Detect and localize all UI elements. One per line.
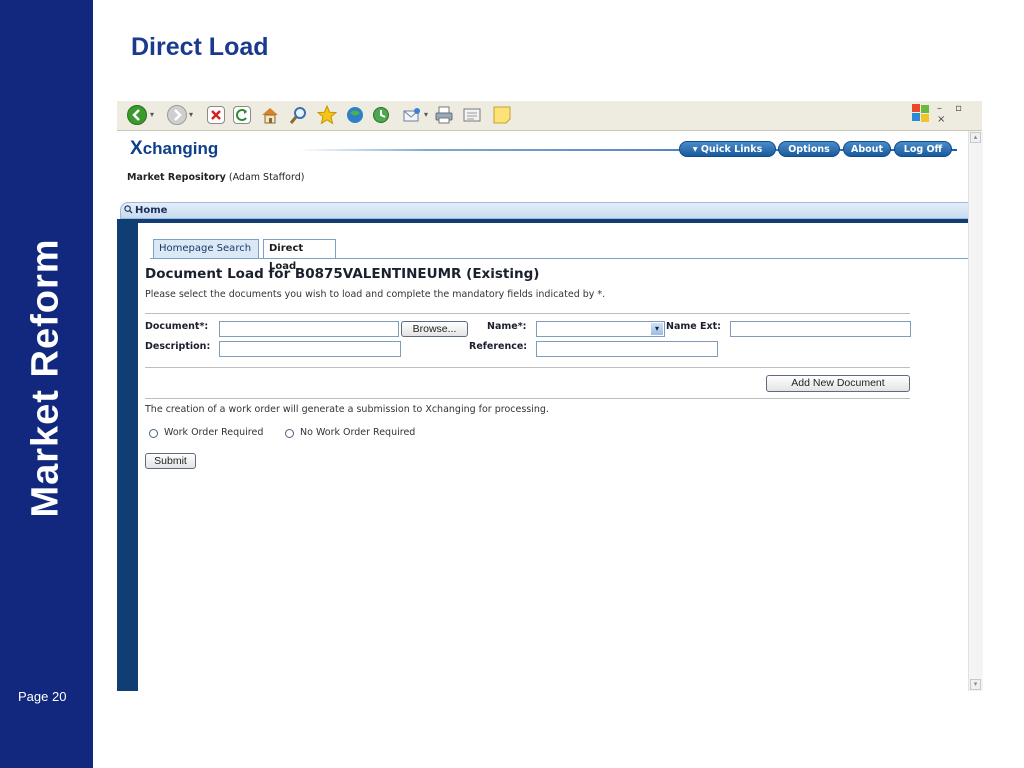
instructions: Please select the documents you wish to … — [145, 289, 606, 300]
work-order-required-label[interactable]: Work Order Required — [164, 427, 263, 438]
home-bar[interactable]: Home — [120, 202, 968, 219]
page-title: Document Load for B0875VALENTINEUMR (Exi… — [145, 266, 540, 282]
name-ext-field[interactable] — [730, 321, 911, 337]
name-ext-label: Name Ext: — [666, 321, 721, 332]
main-content: Homepage Search Direct Load Document Loa… — [138, 223, 968, 691]
magnifier-icon — [124, 205, 133, 214]
messenger-icon[interactable] — [492, 105, 512, 125]
no-work-order-required-label[interactable]: No Work Order Required — [300, 427, 415, 438]
windows-logo-icon — [912, 104, 930, 122]
reference-field[interactable] — [536, 341, 718, 357]
work-order-required-radio[interactable] — [149, 429, 158, 438]
window-controls[interactable]: – ▫ × — [937, 103, 982, 125]
application-window: Xchanging ▾ Quick Links Options About Lo… — [117, 131, 968, 691]
logoff-button[interactable]: Log Off — [894, 141, 952, 157]
submit-button[interactable]: Submit — [145, 453, 196, 469]
no-work-order-required-radio[interactable] — [285, 429, 294, 438]
mail-icon[interactable] — [402, 105, 422, 125]
forward-icon[interactable] — [167, 105, 187, 125]
work-order-note: The creation of a work order will genera… — [145, 404, 549, 415]
document-field[interactable] — [219, 321, 399, 337]
add-new-document-button[interactable]: Add New Document — [766, 375, 910, 392]
back-icon[interactable] — [127, 105, 147, 125]
back-dropdown-icon[interactable]: ▾ — [150, 111, 154, 119]
name-label: Name*: — [487, 321, 527, 332]
sidebar-title: Market Reform — [24, 238, 67, 518]
vertical-scrollbar[interactable]: ▴ ▾ — [968, 131, 983, 691]
edit-icon[interactable] — [462, 105, 482, 125]
about-button[interactable]: About — [843, 141, 891, 157]
mail-dropdown-icon[interactable]: ▾ — [424, 111, 428, 119]
home-icon[interactable] — [260, 105, 280, 125]
browser-toolbar: ▾ ▾ ▾ – ▫ × — [117, 101, 982, 131]
divider-bottom — [145, 398, 910, 399]
search-icon[interactable] — [289, 105, 309, 125]
home-label: Home — [135, 205, 168, 216]
print-icon[interactable] — [434, 105, 454, 125]
history-icon[interactable] — [371, 105, 391, 125]
description-label: Description: — [145, 341, 211, 352]
stop-icon[interactable] — [207, 106, 225, 124]
divider-top — [145, 313, 910, 314]
document-label: Document*: — [145, 321, 209, 332]
forward-dropdown-icon[interactable]: ▾ — [189, 111, 193, 119]
tab-underline — [150, 258, 968, 259]
favorites-icon[interactable] — [316, 104, 338, 125]
browse-button[interactable]: Browse... — [401, 321, 468, 337]
name-select[interactable]: ▾ — [536, 321, 665, 337]
tab-direct-load[interactable]: Direct Load — [263, 239, 336, 272]
scroll-down-icon[interactable]: ▾ — [970, 679, 981, 690]
quick-links-button[interactable]: ▾ Quick Links — [679, 141, 776, 157]
description-field[interactable] — [219, 341, 401, 357]
repository-info: Market Repository (Adam Stafford) — [127, 172, 305, 183]
slide-title: Direct Load — [131, 33, 269, 61]
page-number: Page 20 — [18, 689, 67, 704]
media-icon[interactable] — [345, 105, 365, 125]
options-button[interactable]: Options — [778, 141, 840, 157]
reference-label: Reference: — [469, 341, 528, 352]
chevron-down-icon[interactable]: ▾ — [651, 323, 663, 335]
refresh-icon[interactable] — [233, 106, 251, 124]
left-rail — [117, 223, 138, 691]
xchanging-logo: Xchanging — [130, 138, 219, 159]
divider-middle — [145, 367, 910, 368]
scroll-up-icon[interactable]: ▴ — [970, 132, 981, 143]
tab-homepage-search[interactable]: Homepage Search — [153, 239, 259, 258]
